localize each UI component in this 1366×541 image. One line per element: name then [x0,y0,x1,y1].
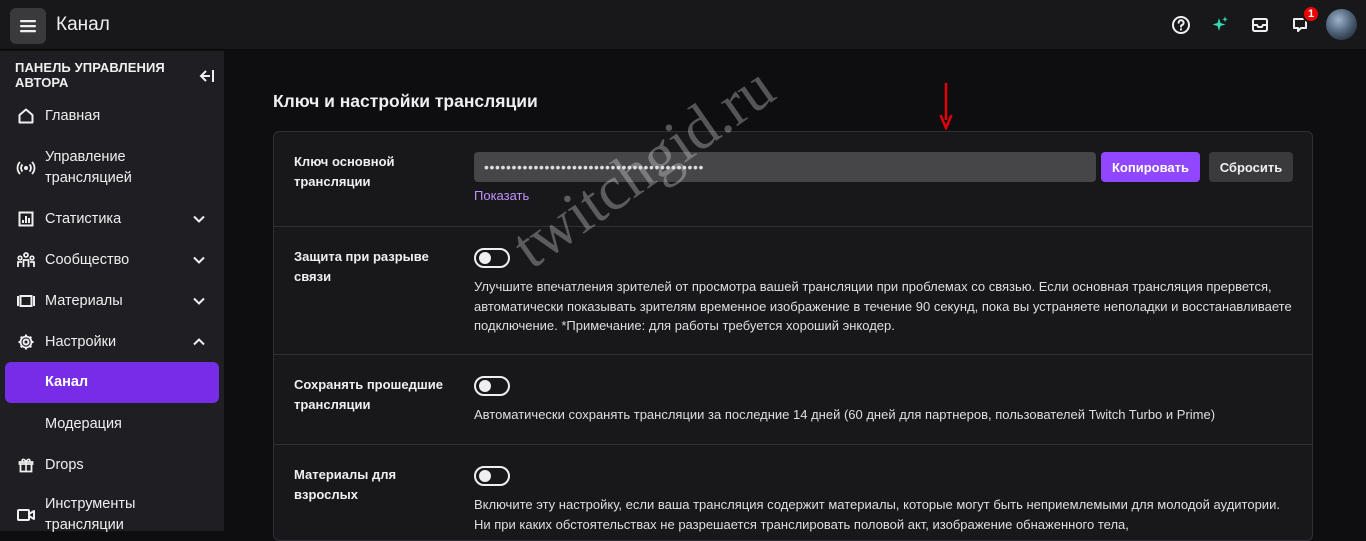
inbox-button[interactable] [1249,14,1271,36]
tools-icon [16,505,36,525]
stats-icon [16,209,36,229]
store-past-broadcasts-label: Сохранять прошедшие трансляции [294,377,443,412]
sparkle-icon [1212,16,1228,31]
mature-content-label: Материалы для взрослых [294,467,397,502]
avatar[interactable] [1326,9,1357,40]
turbo-button[interactable] [1209,14,1231,36]
mature-content-description: Включите эту настройку, если ваша трансл… [474,497,1280,532]
mature-content-row: Материалы для взрослых Включите эту наст… [274,445,1312,540]
copy-button[interactable]: Копировать [1101,152,1200,182]
show-key-link[interactable]: Показать [474,188,529,203]
chevron-down-icon [193,215,205,223]
reset-button[interactable]: Сбросить [1209,152,1293,182]
stream-key-label: Ключ основной трансляции [294,154,395,189]
collapse-icon[interactable] [197,67,215,85]
disconnect-protection-row: Защита при разрыве связи Улучшите впечат… [274,227,1312,355]
sidebar-item-stream-tools[interactable]: Инструменты трансляции [5,493,219,537]
notification-badge: 1 [1302,5,1320,23]
sidebar-item-stats[interactable]: Статистика [5,206,219,232]
sidebar-item-drops[interactable]: Drops [5,452,219,478]
inbox-icon [1252,18,1268,32]
toggle-knob [479,252,491,264]
sidebar-item-content[interactable]: Материалы [5,288,219,314]
top-bar: Канал 1 [0,0,1366,50]
settings-panel: Ключ основной трансляции •••••••••••••••… [273,131,1313,541]
sidebar-item-channel[interactable]: Канал [5,362,219,403]
store-past-broadcasts-description: Автоматически сохранять трансляции за по… [474,407,1216,422]
sidebar-heading: ПАНЕЛЬ УПРАВЛЕНИЯ АВТОРА [15,60,165,90]
disconnect-protection-description: Улучшите впечатления зрителей от просмот… [474,279,1292,333]
annotation-arrow-icon [939,83,953,130]
stream-key-row: Ключ основной трансляции •••••••••••••••… [274,132,1312,227]
sidebar-item-label: Модерация [45,415,122,432]
sidebar-item-home[interactable]: Главная [5,103,219,129]
mature-content-toggle[interactable] [474,466,510,486]
settings-icon [16,332,36,352]
sidebar-item-label: Статистика [45,210,122,227]
help-button[interactable] [1170,14,1192,36]
sidebar-item-stream-manager[interactable]: Управление трансляцией [5,146,219,190]
sidebar-item-label: Drops [45,456,84,473]
sidebar-item-label: Настройки [45,333,117,350]
chevron-down-icon [193,256,205,264]
disconnect-protection-toggle[interactable] [474,248,510,268]
sidebar-item-label: Материалы [45,292,123,309]
home-icon [16,106,36,126]
community-icon [16,250,36,270]
chevron-down-icon [193,297,205,305]
stream-key-field[interactable]: •••••••••••••••••••••••••••••••••••••••• [474,152,1096,182]
section-title: Ключ и настройки трансляции [273,91,538,111]
broadcast-icon [16,158,36,178]
sidebar-item-community[interactable]: Сообщество [5,247,219,273]
sidebar-item-settings[interactable]: Настройки [5,329,219,355]
sidebar-item-label: Управление трансляцией [45,149,132,186]
menu-icon [20,20,36,33]
toggle-knob [479,380,491,392]
store-past-broadcasts-toggle[interactable] [474,376,510,396]
content-icon [16,291,36,311]
sidebar-item-label: Сообщество [45,251,130,268]
store-past-broadcasts-row: Сохранять прошедшие трансляции Автоматич… [274,355,1312,445]
sidebar: ПАНЕЛЬ УПРАВЛЕНИЯ АВТОРА Главная Управле… [0,51,224,533]
help-icon [1172,16,1190,34]
disconnect-protection-label: Защита при разрыве связи [294,249,429,284]
menu-button[interactable] [10,8,46,44]
sidebar-item-label: Инструменты трансляции [45,496,136,533]
page-title: Канал [56,14,110,35]
sidebar-item-label: Канал [45,374,89,390]
toggle-knob [479,470,491,482]
sidebar-item-moderation[interactable]: Модерация [5,411,219,437]
sidebar-item-label: Главная [45,107,101,124]
chevron-up-icon [193,338,205,346]
drops-icon [16,455,36,475]
